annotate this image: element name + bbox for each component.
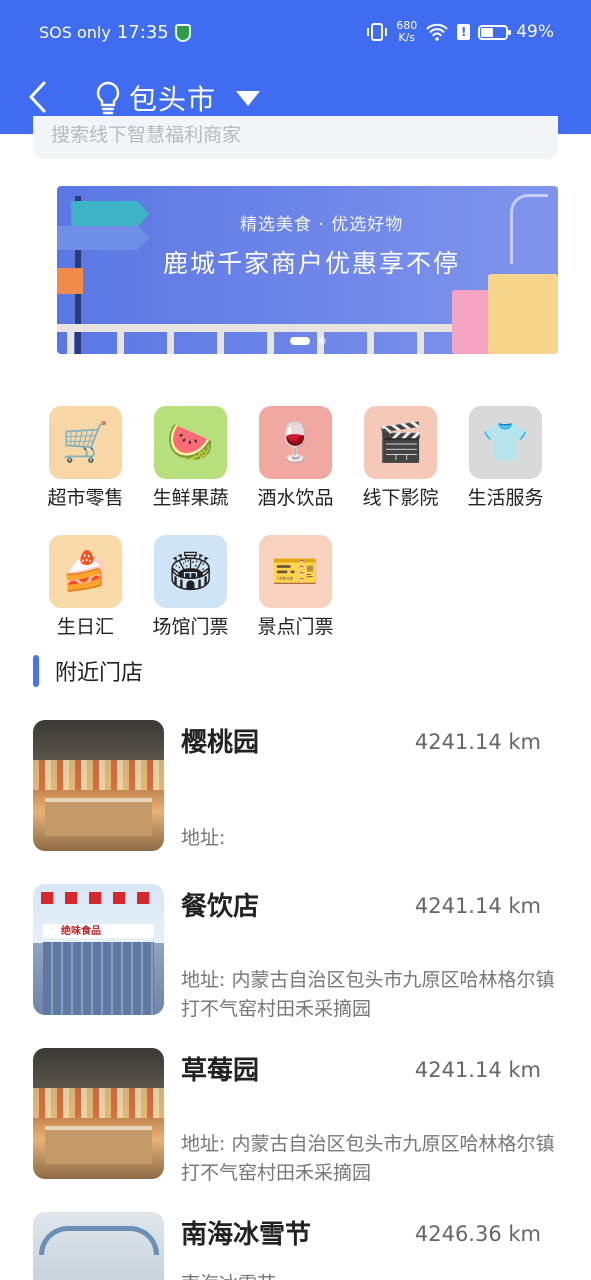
category-label: 景点门票: [257, 616, 334, 638]
wifi-icon: [426, 23, 448, 41]
category-drinks[interactable]: 🍷 酒水饮品: [243, 406, 348, 510]
store-distance: 4241.14 km: [414, 894, 541, 918]
banner-title: 鹿城千家商户优惠享不停: [163, 249, 461, 278]
carousel-dots: [57, 337, 558, 345]
status-right: 680 K/s ! 49%: [366, 20, 554, 44]
city-selector[interactable]: 包头市: [93, 78, 261, 118]
clapperboard-icon: 🎬: [364, 406, 437, 479]
store-item[interactable]: 樱桃园 4241.14 km 地址:: [33, 720, 558, 852]
store-photo: [33, 1212, 164, 1280]
store-item[interactable]: 南海冰雪节 4246.36 km 南海冰雪节: [33, 1212, 558, 1280]
watermelon-icon: 🍉: [154, 406, 227, 479]
store-item[interactable]: 绝味食品 餐饮店 4241.14 km 地址: 内蒙古自治区包头市九原区哈林格尔…: [33, 884, 558, 1020]
category-venue-tickets[interactable]: 🏟 场馆门票: [138, 535, 243, 639]
shopping-cart-icon: 🛒: [49, 406, 122, 479]
search-input[interactable]: 搜索线下智慧福利商家: [33, 116, 558, 159]
store-distance: 4241.14 km: [414, 730, 541, 754]
category-fresh-produce[interactable]: 🍉 生鲜果蔬: [138, 406, 243, 510]
category-life-services[interactable]: 👕 生活服务: [453, 406, 558, 510]
building-sign: 绝味食品: [61, 922, 141, 937]
category-label: 生活服务: [467, 487, 544, 509]
notification-alert-icon: !: [457, 24, 471, 40]
banner-subtitle: 精选美食 · 优选好物: [240, 215, 404, 235]
store-photo: 绝味食品: [33, 884, 164, 1015]
tshirt-icon: 👕: [469, 406, 542, 479]
battery-icon: [478, 24, 512, 40]
search-placeholder: 搜索线下智慧福利商家: [51, 124, 242, 146]
ticket-icon: 🎫: [259, 535, 332, 608]
signpost-arrow: [57, 226, 149, 250]
store-address: 地址: 内蒙古自治区包头市九原区哈林格尔镇打不气窑村田禾采摘园: [181, 1133, 555, 1184]
carousel-dot[interactable]: [317, 337, 326, 345]
store-name: 樱桃园: [181, 728, 260, 758]
category-supermarket[interactable]: 🛒 超市零售: [33, 406, 138, 510]
carousel-dot[interactable]: [289, 337, 310, 345]
battery-fill: [481, 27, 493, 37]
network-speed: 680 K/s: [396, 20, 417, 44]
category-attraction-tickets[interactable]: 🎫 景点门票: [243, 535, 348, 639]
vibrate-icon: [367, 23, 388, 41]
security-shield-icon: [174, 23, 191, 42]
store-name: 南海冰雪节: [181, 1220, 312, 1250]
store-distance: 4246.36 km: [414, 1222, 541, 1246]
signpost-arrow: [71, 201, 149, 227]
store-item[interactable]: 草莓园 4241.14 km 地址: 内蒙古自治区包头市九原区哈林格尔镇打不气窑…: [33, 1048, 558, 1184]
section-title: 附近门店: [55, 661, 144, 686]
store-distance: 4241.14 km: [414, 1058, 541, 1082]
category-label: 生日汇: [56, 616, 114, 638]
category-cinema[interactable]: 🎬 线下影院: [348, 406, 453, 510]
status-bar: SOS only 17:35 680 K/s ! 49%: [0, 0, 591, 66]
store-photo: [33, 1048, 164, 1179]
signpost-board: [57, 268, 83, 294]
category-label: 场馆门票: [152, 616, 229, 638]
store-name: 草莓园: [181, 1056, 260, 1086]
category-label: 线下影院: [362, 487, 439, 509]
caret-down-icon: [236, 90, 261, 106]
store-address: 地址: 内蒙古自治区包头市九原区哈林格尔镇打不气窑村田禾采摘园: [181, 969, 555, 1020]
location-bulb-icon: [96, 81, 120, 115]
carrier-text: SOS only: [39, 23, 111, 42]
category-label: 超市零售: [47, 487, 124, 509]
app-header: SOS only 17:35 680 K/s ! 49% 包头市: [0, 0, 591, 134]
drinks-icon: 🍷: [259, 406, 332, 479]
network-speed-unit: K/s: [398, 31, 416, 44]
clock: 17:35: [116, 22, 169, 43]
chevron-left-icon: [29, 81, 46, 113]
deer-antler-illustration: [510, 194, 548, 264]
store-address: 南海冰雪节: [181, 1270, 558, 1280]
category-label: 酒水饮品: [257, 487, 334, 509]
back-button[interactable]: [24, 80, 54, 114]
category-label: 生鲜果蔬: [152, 487, 229, 509]
city-name: 包头市: [129, 83, 217, 116]
store-name: 餐饮店: [181, 892, 260, 922]
store-photo: [33, 720, 164, 851]
battery-percent: 49%: [516, 22, 554, 42]
status-left: SOS only 17:35: [39, 22, 191, 43]
store-address: 地址:: [181, 827, 226, 849]
stadium-icon: 🏟: [154, 535, 227, 608]
category-birthday[interactable]: 🍰 生日汇: [33, 535, 138, 639]
section-header: 附近门店: [33, 654, 143, 688]
building-sign-text: 绝味食品: [61, 926, 101, 937]
cake-icon: 🍰: [49, 535, 122, 608]
promo-banner[interactable]: 精选美食 · 优选好物 鹿城千家商户优惠享不停: [57, 186, 558, 354]
section-accent-bar: [33, 655, 39, 687]
flags-illustration: [41, 892, 156, 904]
